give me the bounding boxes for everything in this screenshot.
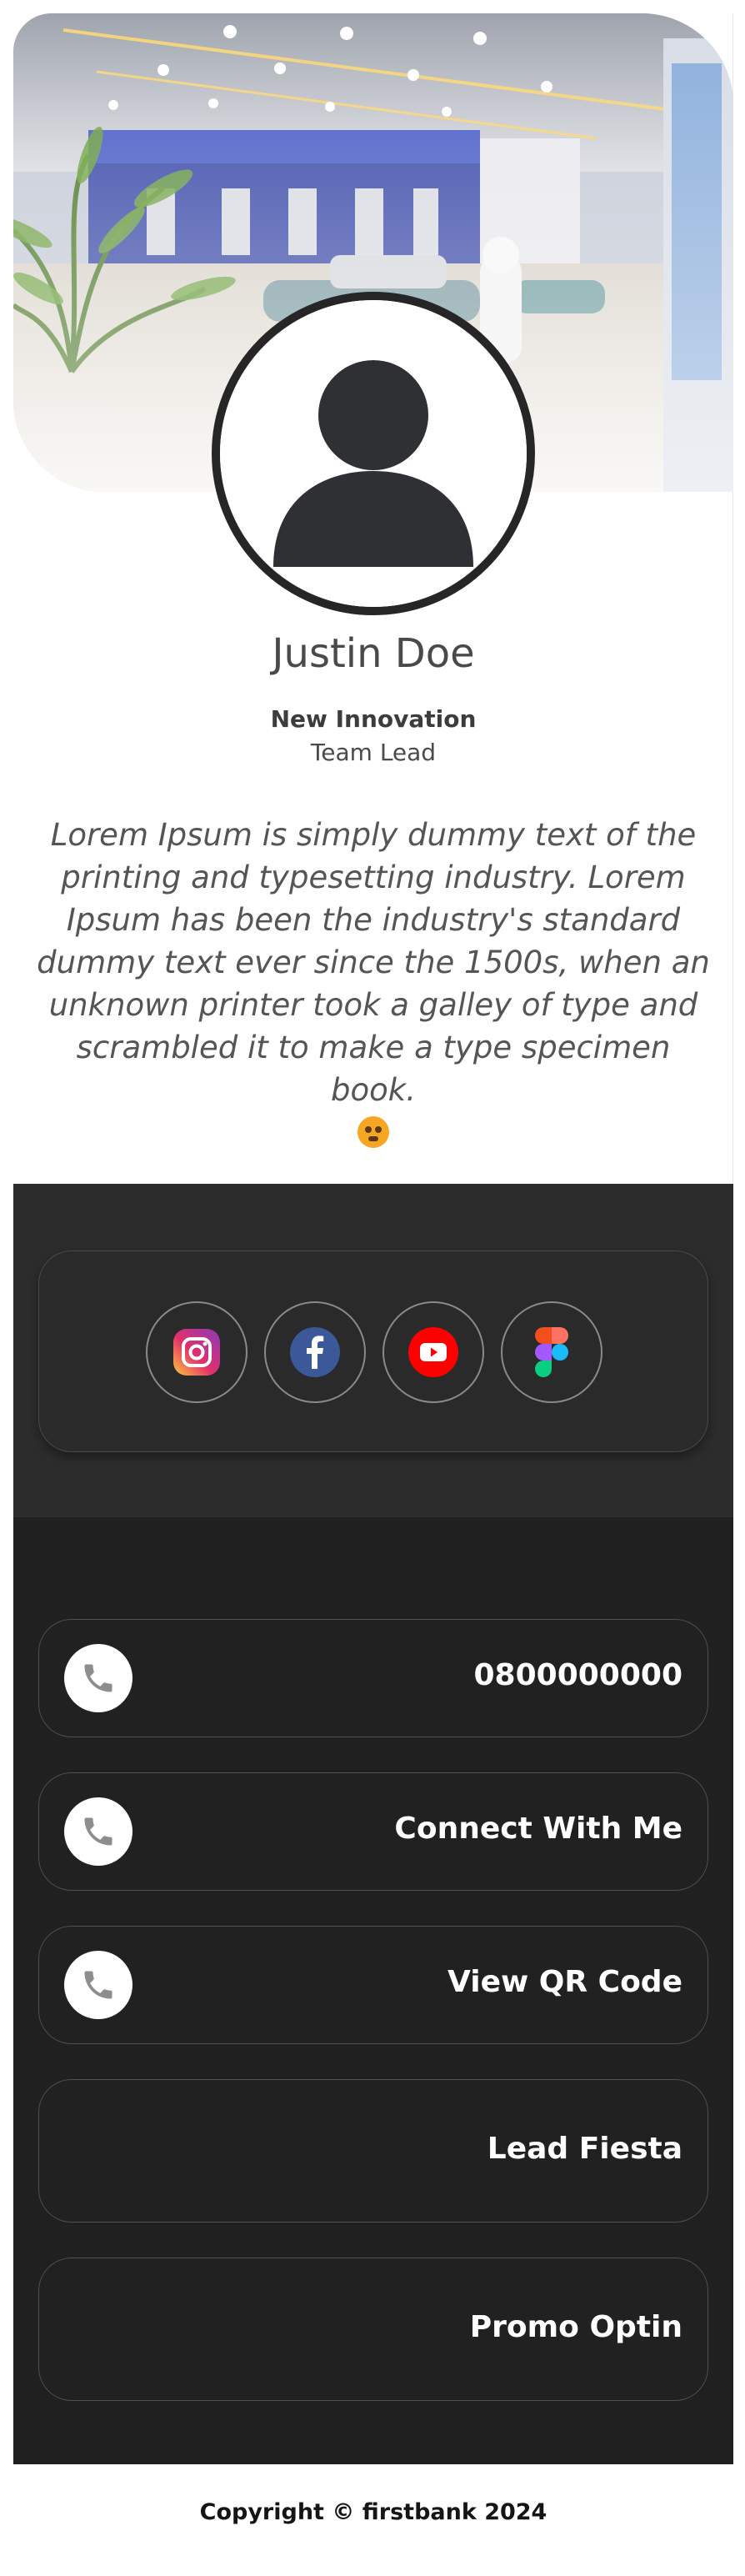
view-qr-code-button[interactable]: View QR Code [38, 1926, 708, 2044]
flushed-face-emoji-icon [358, 1116, 389, 1148]
promo-optin-button[interactable]: Promo Optin [38, 2258, 708, 2401]
bio-text: Lorem Ipsum is simply dummy text of the … [32, 814, 715, 1154]
profile-card: Justin Doe New Innovation Team Lead Lore… [13, 13, 733, 2563]
avatar [212, 292, 535, 615]
profile-name: Justin Doe [272, 630, 475, 677]
figma-icon [535, 1327, 568, 1377]
person-icon [220, 300, 527, 607]
promo-optin-label: Promo Optin [469, 2310, 682, 2344]
figma-button[interactable] [501, 1301, 602, 1403]
social-section [13, 1184, 733, 1517]
phone-number: 0800000000 [473, 1658, 683, 1692]
company-name: New Innovation [270, 705, 477, 733]
contact-links: 0800000000 Connect With Me View QR Code … [13, 1517, 733, 2464]
phone-icon [64, 1951, 132, 2019]
call-phone-button[interactable]: 0800000000 [38, 1619, 708, 1737]
youtube-icon [408, 1327, 458, 1377]
bio-paragraph: Lorem Ipsum is simply dummy text of the … [37, 817, 710, 1108]
copyright-text: Copyright © firstbank 2024 [199, 2499, 548, 2525]
facebook-button[interactable] [264, 1301, 366, 1403]
phone-icon [64, 1797, 132, 1866]
facebook-icon [290, 1327, 340, 1377]
instagram-button[interactable] [146, 1301, 248, 1403]
social-links-card [38, 1250, 708, 1452]
lead-fiesta-button[interactable]: Lead Fiesta [38, 2079, 708, 2223]
lead-fiesta-label: Lead Fiesta [487, 2132, 682, 2166]
connect-with-me-button[interactable]: Connect With Me [38, 1772, 708, 1891]
qr-code-label: View QR Code [448, 1965, 682, 1999]
footer: Copyright © firstbank 2024 [13, 2464, 733, 2563]
connect-label: Connect With Me [394, 1812, 682, 1846]
phone-icon [64, 1644, 132, 1712]
youtube-button[interactable] [382, 1301, 484, 1403]
instagram-icon [173, 1329, 220, 1376]
social-icon-row [39, 1301, 709, 1403]
job-title: Team Lead [310, 739, 437, 766]
